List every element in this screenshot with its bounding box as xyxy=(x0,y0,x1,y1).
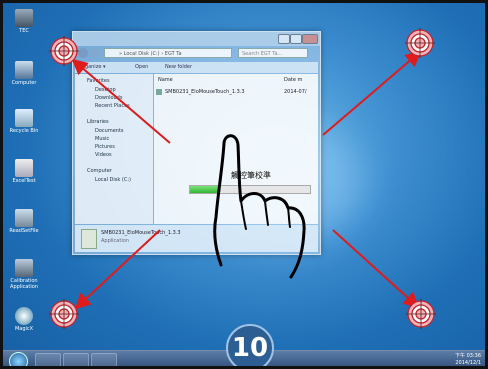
taskbar-ie-button[interactable] xyxy=(35,353,61,366)
desktop-screen: TEC Computer Recycle Bin ExcelTest ReadS… xyxy=(0,0,488,369)
crosshair-target-icon xyxy=(405,28,435,58)
hand-finger-lines xyxy=(240,200,291,230)
crosshair-target-icon xyxy=(49,299,79,329)
clock-date[interactable]: 2014/12/1 xyxy=(455,360,481,366)
arrow-top-right xyxy=(322,50,422,136)
start-button[interactable] xyxy=(9,352,28,366)
countdown-badge: 10 xyxy=(226,324,274,366)
hand-pointer-icon xyxy=(213,134,306,279)
taskbar-explorer-button[interactable] xyxy=(63,353,89,366)
system-tray: 下午 03:36 2014/12/1 xyxy=(455,353,481,366)
arrow-bottom-right xyxy=(332,229,420,309)
crosshair-target-icon xyxy=(406,299,436,329)
calibration-target-top-left[interactable] xyxy=(49,36,79,66)
calibration-target-top-right[interactable] xyxy=(405,28,435,58)
crosshair-target-icon xyxy=(49,36,79,66)
taskbar-media-button[interactable] xyxy=(91,353,117,366)
calibration-target-bottom-right[interactable] xyxy=(406,299,436,329)
calibration-target-bottom-left[interactable] xyxy=(49,299,79,329)
clock-time[interactable]: 下午 03:36 xyxy=(455,353,481,360)
arrow-bottom-left xyxy=(74,229,161,310)
arrow-top-left xyxy=(71,58,171,144)
